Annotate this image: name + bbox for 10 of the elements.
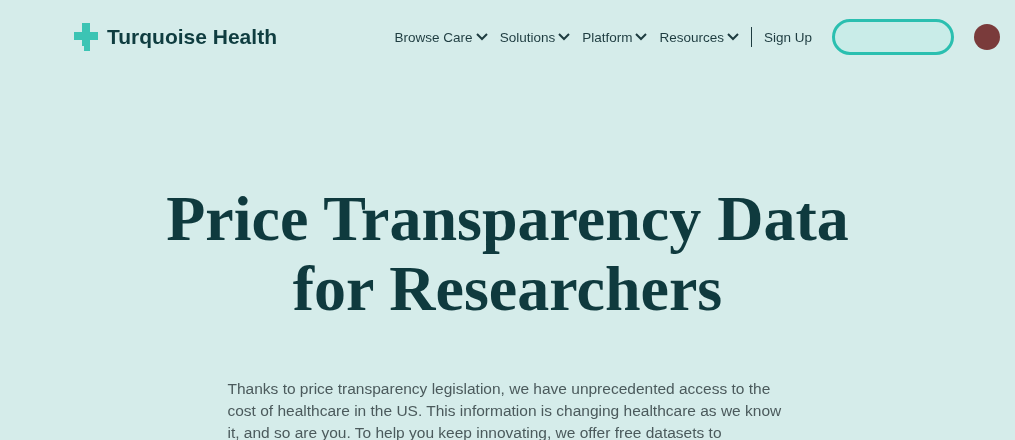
hero-title: Price Transparency Data bbox=[166, 184, 849, 254]
nav-link[interactable]: Solutions bbox=[499, 29, 571, 45]
hero-title: for Researchers bbox=[292, 254, 723, 324]
nav-link[interactable]: Sign Up bbox=[763, 29, 812, 45]
avatar-icon[interactable] bbox=[974, 24, 1000, 50]
cross-logo-icon bbox=[74, 23, 98, 51]
nav-link[interactable]: Resources bbox=[659, 29, 739, 45]
logo-text[interactable]: Turquoise Health bbox=[107, 25, 277, 49]
nav-link[interactable]: Platform bbox=[582, 29, 648, 45]
nav-link[interactable]: Browse Care bbox=[394, 29, 488, 45]
